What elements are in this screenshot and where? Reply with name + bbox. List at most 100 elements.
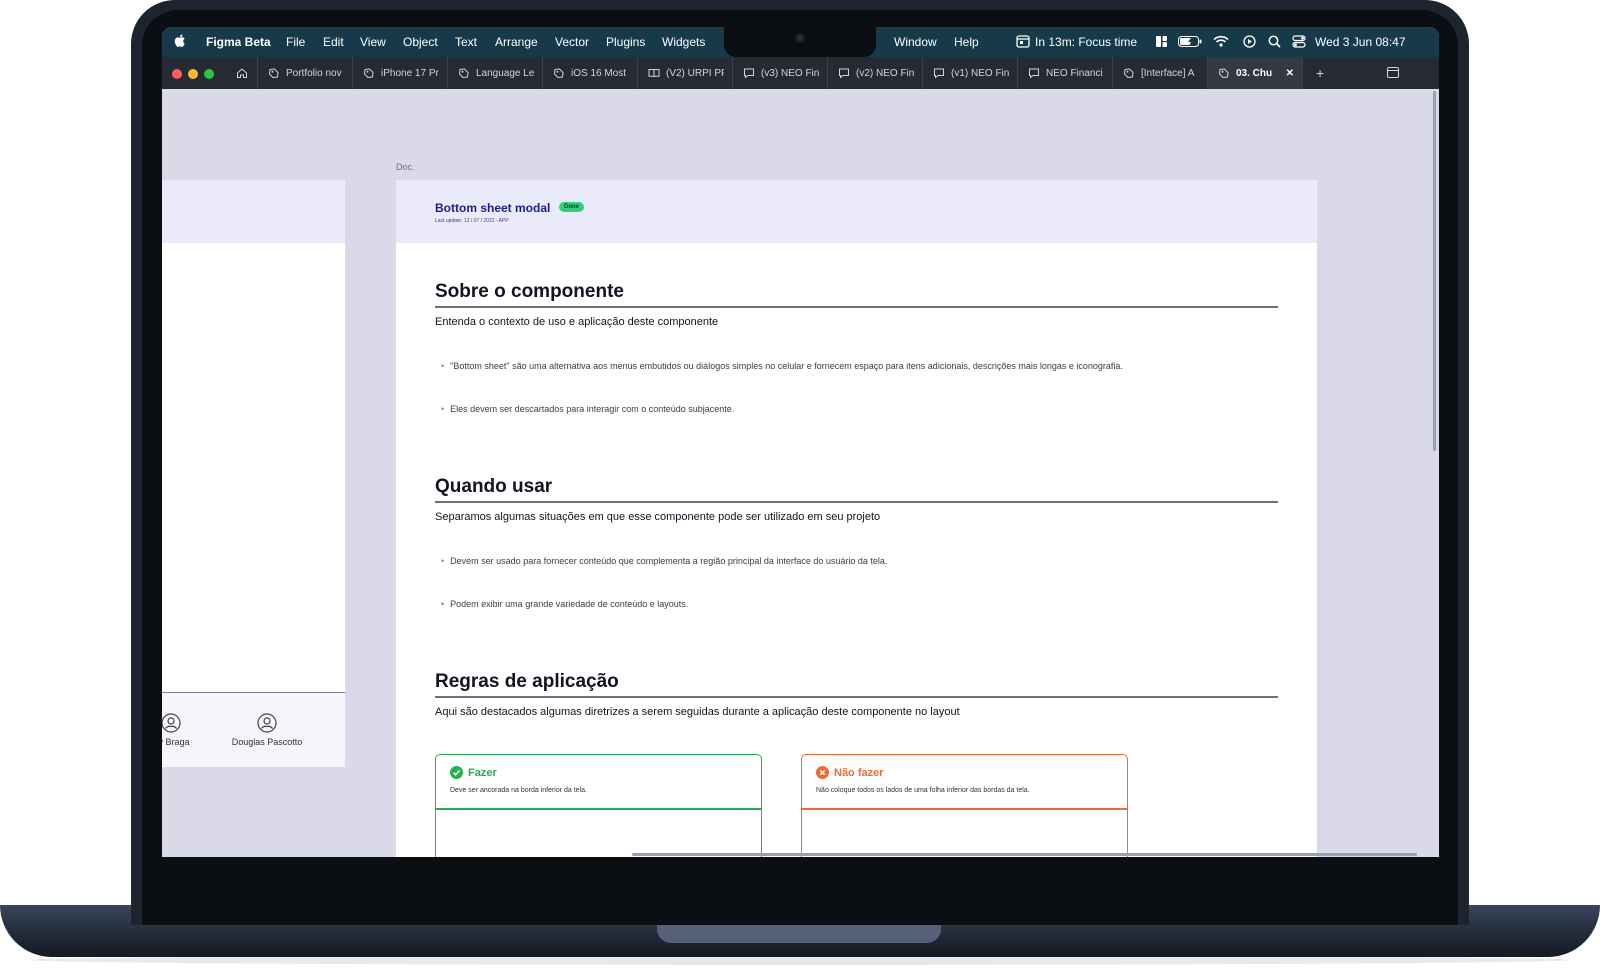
- section-lead: Entenda o contexto de uso e aplicação de…: [435, 316, 719, 328]
- new-tab-button[interactable]: +: [1316, 65, 1324, 81]
- stage-manager-icon[interactable]: [1155, 35, 1168, 51]
- menu-vector[interactable]: Vector: [555, 35, 589, 49]
- tab-label: (V2) URPI PF: [666, 67, 724, 79]
- zoom-window-button[interactable]: [204, 69, 214, 79]
- person-name: Douglas Pascotto: [231, 737, 303, 747]
- tab-8[interactable]: (v1) NEO Fin: [923, 57, 1018, 89]
- frame-label[interactable]: Doc.: [396, 162, 415, 172]
- search-icon[interactable]: [1268, 35, 1281, 51]
- close-tab-icon[interactable]: ✕: [1286, 68, 1294, 79]
- section-heading: Quando usar: [435, 476, 553, 497]
- figma-file-icon: [1123, 67, 1135, 79]
- tab-label: (v3) NEO Fin: [761, 67, 819, 79]
- bullet-item: Podem exibir uma grande variedade de con…: [441, 599, 688, 609]
- person-name: rry Braga: [162, 737, 190, 747]
- menu-app-name[interactable]: Figma Beta: [206, 35, 271, 49]
- minimize-window-button[interactable]: [188, 69, 198, 79]
- doc-title: Bottom sheet modal: [435, 201, 551, 215]
- person-card: Douglas Pascotto: [222, 713, 312, 747]
- tab-6[interactable]: (v3) NEO Fin: [733, 57, 828, 89]
- tab-label: NEO Financi: [1046, 67, 1103, 79]
- tab-label: 03. Chu: [1236, 67, 1273, 79]
- menu-plugins[interactable]: Plugins: [606, 35, 645, 49]
- menu-widgets[interactable]: Widgets: [662, 35, 705, 49]
- tab-7[interactable]: (v2) NEO Fin: [828, 57, 923, 89]
- tab-11[interactable]: 03. Chu ✕: [1208, 57, 1303, 89]
- section-lead: Separamos algumas situações em que esse …: [435, 511, 881, 523]
- menu-bar: Figma Beta File Edit View Object Text Ar…: [162, 27, 1439, 57]
- screen: Figma Beta File Edit View Object Text Ar…: [162, 27, 1439, 857]
- dont-card-desc: Não coloque todos os lados de uma folha …: [816, 787, 1030, 794]
- horizontal-scrollbar[interactable]: [632, 853, 1417, 856]
- doc-last-update: Last update: 12 / 07 / 2022 - APP: [435, 218, 509, 224]
- wifi-icon[interactable]: [1213, 35, 1229, 50]
- tab-10[interactable]: [Interface] A: [1113, 57, 1208, 89]
- figma-file-icon: [1218, 67, 1230, 79]
- control-center-icon[interactable]: [1292, 35, 1306, 51]
- menu-text[interactable]: Text: [455, 35, 477, 49]
- figma-canvas[interactable]: rry Braga Douglas Pascotto Doc. Bottom s…: [162, 89, 1439, 857]
- check-circle-icon: [450, 766, 463, 779]
- calendar-icon[interactable]: [1016, 34, 1030, 51]
- menu-window[interactable]: Window: [894, 35, 937, 49]
- do-card-desc: Deve ser ancorada na borda inferior da t…: [450, 787, 587, 794]
- person-card: rry Braga: [162, 713, 216, 747]
- left-frame[interactable]: rry Braga Douglas Pascotto: [162, 180, 345, 767]
- tab-5[interactable]: (V2) URPI PF: [638, 57, 733, 89]
- book-icon: [648, 67, 660, 79]
- tab-9[interactable]: NEO Financi: [1018, 57, 1113, 89]
- section-heading: Sobre o componente: [435, 281, 624, 302]
- tab-label: [Interface] A: [1141, 67, 1195, 79]
- doc-frame[interactable]: Bottom sheet modal Done Last update: 12 …: [396, 180, 1317, 857]
- tab-label: Language Le: [476, 67, 534, 79]
- figma-file-icon: [268, 67, 280, 79]
- apple-logo-icon[interactable]: [174, 33, 187, 51]
- dont-card[interactable]: Não fazer Não coloque todos os lados de …: [801, 754, 1128, 857]
- comment-icon: [743, 67, 755, 79]
- bullet-item: "Bottom sheet" são uma alternativa aos m…: [441, 361, 1123, 371]
- menu-arrange[interactable]: Arrange: [495, 35, 538, 49]
- home-tab[interactable]: [226, 57, 258, 89]
- tab-3[interactable]: Language Le: [448, 57, 543, 89]
- do-card-title: Fazer: [450, 766, 497, 779]
- section-heading: Regras de aplicação: [435, 671, 619, 692]
- section-lead: Aqui são destacados algumas diretrizes a…: [435, 706, 960, 718]
- camera-notch: [724, 27, 876, 57]
- left-frame-header: [162, 180, 345, 243]
- menu-help[interactable]: Help: [954, 35, 979, 49]
- browser-panel-icon[interactable]: [1387, 67, 1399, 78]
- menu-file[interactable]: File: [286, 35, 305, 49]
- tab-label: (v2) NEO Fin: [856, 67, 914, 79]
- focus-time-status[interactable]: In 13m: Focus time: [1035, 35, 1137, 49]
- dont-card-label: Não fazer: [834, 766, 884, 779]
- home-icon: [237, 68, 247, 78]
- section-divider: [435, 501, 1278, 503]
- do-card-divider: [436, 808, 761, 810]
- user-avatar-icon: [162, 713, 181, 733]
- tab-2[interactable]: iPhone 17 Pr: [353, 57, 448, 89]
- menu-view[interactable]: View: [360, 35, 386, 49]
- comment-icon: [838, 67, 850, 79]
- close-window-button[interactable]: [172, 69, 182, 79]
- close-circle-icon: [816, 766, 829, 779]
- menu-object[interactable]: Object: [403, 35, 438, 49]
- section-divider: [435, 306, 1278, 308]
- tab-label: Portfolio nov: [286, 67, 342, 79]
- menu-edit[interactable]: Edit: [323, 35, 344, 49]
- play-icon[interactable]: [1243, 35, 1256, 51]
- dont-card-divider: [802, 808, 1127, 810]
- vertical-scrollbar[interactable]: [1433, 91, 1436, 451]
- battery-icon[interactable]: [1178, 36, 1202, 51]
- do-card[interactable]: Fazer Deve ser ancorada na borda inferio…: [435, 754, 762, 857]
- figma-file-icon: [458, 67, 470, 79]
- left-frame-footer: rry Braga Douglas Pascotto: [162, 692, 345, 767]
- comment-icon: [1028, 67, 1040, 79]
- do-card-label: Fazer: [468, 766, 497, 779]
- menu-clock[interactable]: Wed 3 Jun 08:47: [1315, 35, 1406, 49]
- user-avatar-icon: [257, 713, 277, 733]
- comment-icon: [933, 67, 945, 79]
- tab-4[interactable]: iOS 16 Most: [543, 57, 638, 89]
- tab-bar: + Portfolio nov iPhone 17 Pr Language Le iO…: [162, 57, 1439, 90]
- tab-1[interactable]: Portfolio nov: [258, 57, 353, 89]
- tab-label: iPhone 17 Pr: [381, 67, 439, 79]
